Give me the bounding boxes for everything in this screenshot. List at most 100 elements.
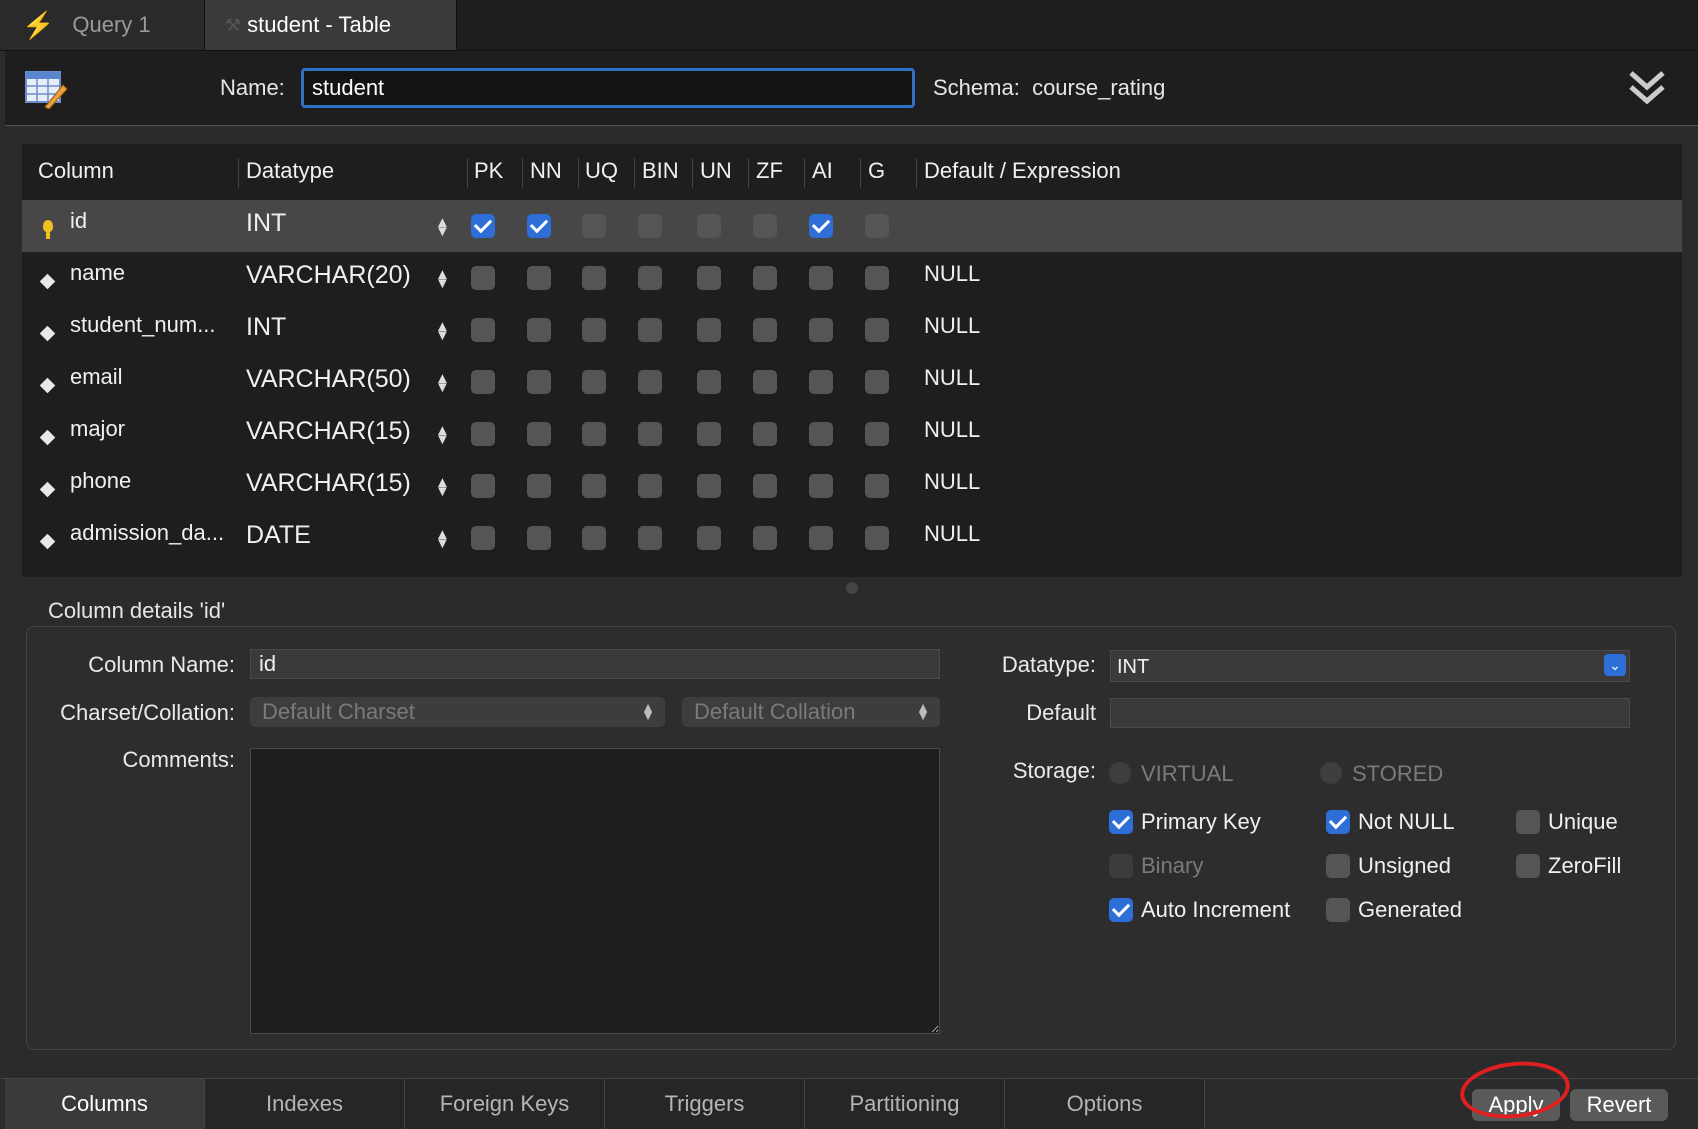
- unique-checkbox[interactable]: [1516, 810, 1540, 834]
- tab-options[interactable]: Options: [1005, 1079, 1205, 1129]
- flag-checkbox-ai[interactable]: [809, 370, 833, 394]
- header-nn[interactable]: NN: [530, 144, 562, 198]
- header-uq[interactable]: UQ: [585, 144, 618, 198]
- flag-checkbox-un[interactable]: [697, 214, 721, 238]
- flag-checkbox-uq[interactable]: [582, 526, 606, 550]
- tab-triggers[interactable]: Triggers: [605, 1079, 805, 1129]
- header-ai[interactable]: AI: [812, 144, 833, 198]
- default-cell[interactable]: NULL: [924, 469, 980, 495]
- flag-checkbox-zf[interactable]: [753, 526, 777, 550]
- default-cell[interactable]: NULL: [924, 261, 980, 287]
- flag-checkbox-nn[interactable]: [527, 266, 551, 290]
- up-down-arrows-icon[interactable]: ▲ ▼: [435, 527, 450, 551]
- flag-checkbox-un[interactable]: [697, 370, 721, 394]
- flag-checkbox-pk[interactable]: [471, 214, 495, 238]
- header-pk[interactable]: PK: [474, 144, 503, 198]
- flag-checkbox-uq[interactable]: [582, 422, 606, 446]
- flag-checkbox-uq[interactable]: [582, 214, 606, 238]
- primary-key-checkbox[interactable]: [1109, 810, 1133, 834]
- unsigned-checkbox[interactable]: [1326, 854, 1350, 878]
- datatype-select[interactable]: INT ⌄: [1110, 650, 1630, 682]
- column-name-field[interactable]: id: [250, 649, 940, 679]
- table-row[interactable]: admission_da... DATE ▲ ▼ NULL: [22, 512, 1682, 564]
- flag-checkbox-zf[interactable]: [753, 474, 777, 498]
- tab-query-1[interactable]: ⚡ Query 1: [0, 0, 205, 50]
- up-down-arrows-icon[interactable]: ▲ ▼: [435, 319, 450, 343]
- flag-checkbox-bin[interactable]: [638, 214, 662, 238]
- header-default-expression[interactable]: Default / Expression: [924, 144, 1121, 198]
- column-name-cell[interactable]: student_num...: [70, 312, 216, 338]
- table-name-input[interactable]: [301, 68, 915, 108]
- table-row[interactable]: major VARCHAR(15) ▲ ▼ NULL: [22, 408, 1682, 460]
- flag-checkbox-pk[interactable]: [471, 526, 495, 550]
- collation-select[interactable]: Default Collation ▲ ▼: [682, 697, 940, 727]
- default-cell[interactable]: NULL: [924, 313, 980, 339]
- header-zf[interactable]: ZF: [756, 144, 783, 198]
- column-name-cell[interactable]: id: [70, 208, 87, 234]
- column-name-cell[interactable]: phone: [70, 468, 131, 494]
- default-cell[interactable]: NULL: [924, 521, 980, 547]
- flag-checkbox-g[interactable]: [865, 318, 889, 342]
- up-down-arrows-icon[interactable]: ▲ ▼: [435, 423, 450, 447]
- flag-checkbox-pk[interactable]: [471, 318, 495, 342]
- flag-checkbox-ai[interactable]: [809, 214, 833, 238]
- header-bin[interactable]: BIN: [642, 144, 679, 198]
- charset-select[interactable]: Default Charset ▲ ▼: [250, 697, 665, 727]
- datatype-cell[interactable]: DATE: [246, 521, 311, 550]
- flag-checkbox-bin[interactable]: [638, 370, 662, 394]
- flag-checkbox-pk[interactable]: [471, 266, 495, 290]
- flag-checkbox-ai[interactable]: [809, 526, 833, 550]
- flag-checkbox-ai[interactable]: [809, 266, 833, 290]
- flag-checkbox-un[interactable]: [697, 266, 721, 290]
- flag-checkbox-nn[interactable]: [527, 422, 551, 446]
- flag-checkbox-uq[interactable]: [582, 474, 606, 498]
- flag-checkbox-un[interactable]: [697, 422, 721, 446]
- flag-checkbox-pk[interactable]: [471, 422, 495, 446]
- tab-student-table[interactable]: ⚒ student - Table: [205, 0, 457, 50]
- flag-checkbox-bin[interactable]: [638, 526, 662, 550]
- datatype-cell[interactable]: VARCHAR(50): [246, 365, 411, 394]
- datatype-cell[interactable]: VARCHAR(20): [246, 261, 411, 290]
- header-g[interactable]: G: [868, 144, 885, 198]
- default-field[interactable]: [1110, 698, 1630, 728]
- tab-foreign-keys[interactable]: Foreign Keys: [405, 1079, 605, 1129]
- flag-checkbox-pk[interactable]: [471, 474, 495, 498]
- column-name-cell[interactable]: email: [70, 364, 123, 390]
- header-column[interactable]: Column: [38, 144, 114, 198]
- flag-checkbox-ai[interactable]: [809, 474, 833, 498]
- up-down-arrows-icon[interactable]: ▲ ▼: [435, 215, 450, 239]
- flag-checkbox-uq[interactable]: [582, 370, 606, 394]
- flag-checkbox-nn[interactable]: [527, 214, 551, 238]
- datatype-cell[interactable]: INT: [246, 313, 286, 342]
- column-name-cell[interactable]: major: [70, 416, 125, 442]
- table-row[interactable]: student_num... INT ▲ ▼ NULL: [22, 304, 1682, 356]
- column-name-cell[interactable]: admission_da...: [70, 520, 224, 546]
- flag-checkbox-zf[interactable]: [753, 266, 777, 290]
- tab-indexes[interactable]: Indexes: [205, 1079, 405, 1129]
- default-cell[interactable]: NULL: [924, 365, 980, 391]
- tab-columns[interactable]: Columns: [5, 1079, 205, 1129]
- flag-checkbox-un[interactable]: [697, 526, 721, 550]
- flag-checkbox-zf[interactable]: [753, 422, 777, 446]
- flag-checkbox-nn[interactable]: [527, 526, 551, 550]
- flag-checkbox-bin[interactable]: [638, 422, 662, 446]
- up-down-arrows-icon[interactable]: ▲ ▼: [435, 475, 450, 499]
- flag-checkbox-ai[interactable]: [809, 318, 833, 342]
- virtual-radio[interactable]: [1109, 762, 1131, 784]
- flag-checkbox-nn[interactable]: [527, 318, 551, 342]
- header-datatype[interactable]: Datatype: [246, 144, 334, 198]
- column-name-cell[interactable]: name: [70, 260, 125, 286]
- flag-checkbox-zf[interactable]: [753, 370, 777, 394]
- comments-textarea[interactable]: [250, 748, 940, 1034]
- flag-checkbox-uq[interactable]: [582, 266, 606, 290]
- table-row[interactable]: phone VARCHAR(15) ▲ ▼ NULL: [22, 460, 1682, 512]
- up-down-arrows-icon[interactable]: ▲ ▼: [435, 267, 450, 291]
- flag-checkbox-pk[interactable]: [471, 370, 495, 394]
- flag-checkbox-g[interactable]: [865, 370, 889, 394]
- collapse-chevron-icon[interactable]: [1625, 65, 1669, 109]
- flag-checkbox-g[interactable]: [865, 526, 889, 550]
- table-row[interactable]: id INT ▲ ▼: [22, 200, 1682, 252]
- flag-checkbox-g[interactable]: [865, 214, 889, 238]
- flag-checkbox-g[interactable]: [865, 266, 889, 290]
- binary-checkbox[interactable]: [1109, 854, 1133, 878]
